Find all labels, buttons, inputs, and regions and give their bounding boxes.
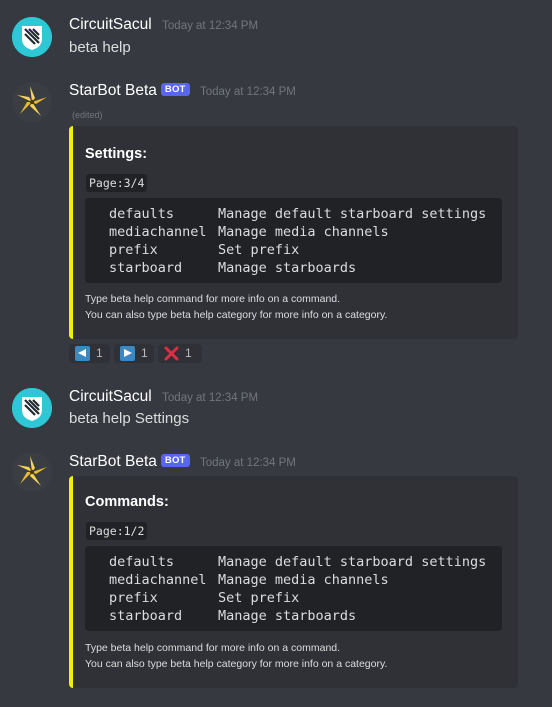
embed-footer: Type beta help command for more info on … <box>85 640 387 672</box>
command-desc: Manage starboards <box>218 608 357 624</box>
command-row: prefix Set prefix <box>109 589 502 607</box>
page-indicator: Page:1/2 <box>86 522 148 540</box>
command-name: starboard <box>109 608 183 624</box>
message-header: StarBot Beta BOT Today at 12:34 PM <box>69 453 296 471</box>
code-block: defaults Manage default starboard setting… <box>85 198 502 283</box>
bot-avatar[interactable] <box>12 452 52 492</box>
page-indicator: Page:3/4 <box>86 174 148 192</box>
command-name: prefix <box>109 242 158 258</box>
command-name: defaults <box>109 206 175 222</box>
embed: Commands: Page:1/2 defaults Manage defaul… <box>69 476 518 688</box>
command-row: mediachannel Manage media channels <box>109 571 502 589</box>
user-avatar[interactable] <box>12 388 52 428</box>
message-header: StarBot Beta BOT Today at 12:34 PM <box>69 82 296 100</box>
reaction-close[interactable]: 1 <box>158 344 202 363</box>
timestamp: Today at 12:34 PM <box>200 457 296 469</box>
username[interactable]: CircuitSacul <box>69 388 152 405</box>
command-name: starboard <box>109 260 183 276</box>
command-row: prefix Set prefix <box>109 241 502 259</box>
reaction-next-page[interactable]: 1 <box>114 344 154 363</box>
code-block: defaults Manage default starboard setting… <box>85 546 502 631</box>
reaction-count: 1 <box>141 346 148 360</box>
bot-badge: BOT <box>160 454 190 467</box>
reaction-count: 1 <box>96 346 103 360</box>
star-pinwheel-icon <box>12 82 52 122</box>
command-row: defaults Manage default starboard setting… <box>109 205 502 223</box>
command-desc: Manage media channels <box>218 224 389 240</box>
command-name: mediachannel <box>109 572 207 588</box>
embed-title: Commands: <box>85 494 169 510</box>
embed: Settings: Page:3/4 defaults Manage defaul… <box>69 126 518 339</box>
username[interactable]: StarBot Beta <box>69 453 157 470</box>
timestamp: Today at 12:34 PM <box>162 392 259 404</box>
shield-logo-icon <box>12 17 52 57</box>
user-avatar[interactable] <box>12 17 52 57</box>
star-pinwheel-icon <box>12 452 52 492</box>
command-name: mediachannel <box>109 224 207 240</box>
footer-line: You can also type beta help category for… <box>85 309 388 321</box>
command-row: starboard Manage starboards <box>109 259 502 277</box>
footer-line: You can also type beta help category for… <box>85 658 388 670</box>
footer-line: Type beta help command for more info on … <box>85 642 341 654</box>
bot-avatar[interactable] <box>12 82 52 122</box>
bot-badge: BOT <box>160 83 190 96</box>
reaction-count: 1 <box>185 346 192 360</box>
embed-footer: Type beta help command for more info on … <box>85 291 387 323</box>
command-row: starboard Manage starboards <box>109 607 502 625</box>
username[interactable]: CircuitSacul <box>69 16 152 33</box>
command-desc: Manage default starboard settings <box>218 206 487 222</box>
message-header: CircuitSacul Today at 12:34 PM <box>69 388 258 406</box>
message-text: beta help Settings <box>69 410 190 427</box>
timestamp: Today at 12:34 PM <box>162 20 259 32</box>
command-desc: Manage media channels <box>218 572 389 588</box>
message-header: CircuitSacul Today at 12:34 PM <box>69 16 258 34</box>
command-name: defaults <box>109 554 175 570</box>
message-text: beta help <box>69 39 131 56</box>
footer-line: Type beta help command for more info on … <box>85 293 341 305</box>
arrow-right-icon <box>120 346 135 361</box>
command-desc: Set prefix <box>218 242 300 258</box>
reaction-prev-page[interactable]: 1 <box>69 344 110 363</box>
edited-label: (edited) <box>72 110 103 120</box>
command-desc: Set prefix <box>218 590 300 606</box>
command-desc: Manage default starboard settings <box>218 554 487 570</box>
command-row: defaults Manage default starboard setting… <box>109 553 502 571</box>
shield-logo-icon <box>12 388 52 428</box>
embed-title: Settings: <box>85 146 148 162</box>
username[interactable]: StarBot Beta <box>69 82 157 99</box>
arrow-left-icon <box>75 346 90 361</box>
red-x-icon <box>164 346 179 361</box>
command-name: prefix <box>109 590 158 606</box>
command-row: mediachannel Manage media channels <box>109 223 502 241</box>
command-desc: Manage starboards <box>218 260 357 276</box>
timestamp: Today at 12:34 PM <box>200 86 296 98</box>
